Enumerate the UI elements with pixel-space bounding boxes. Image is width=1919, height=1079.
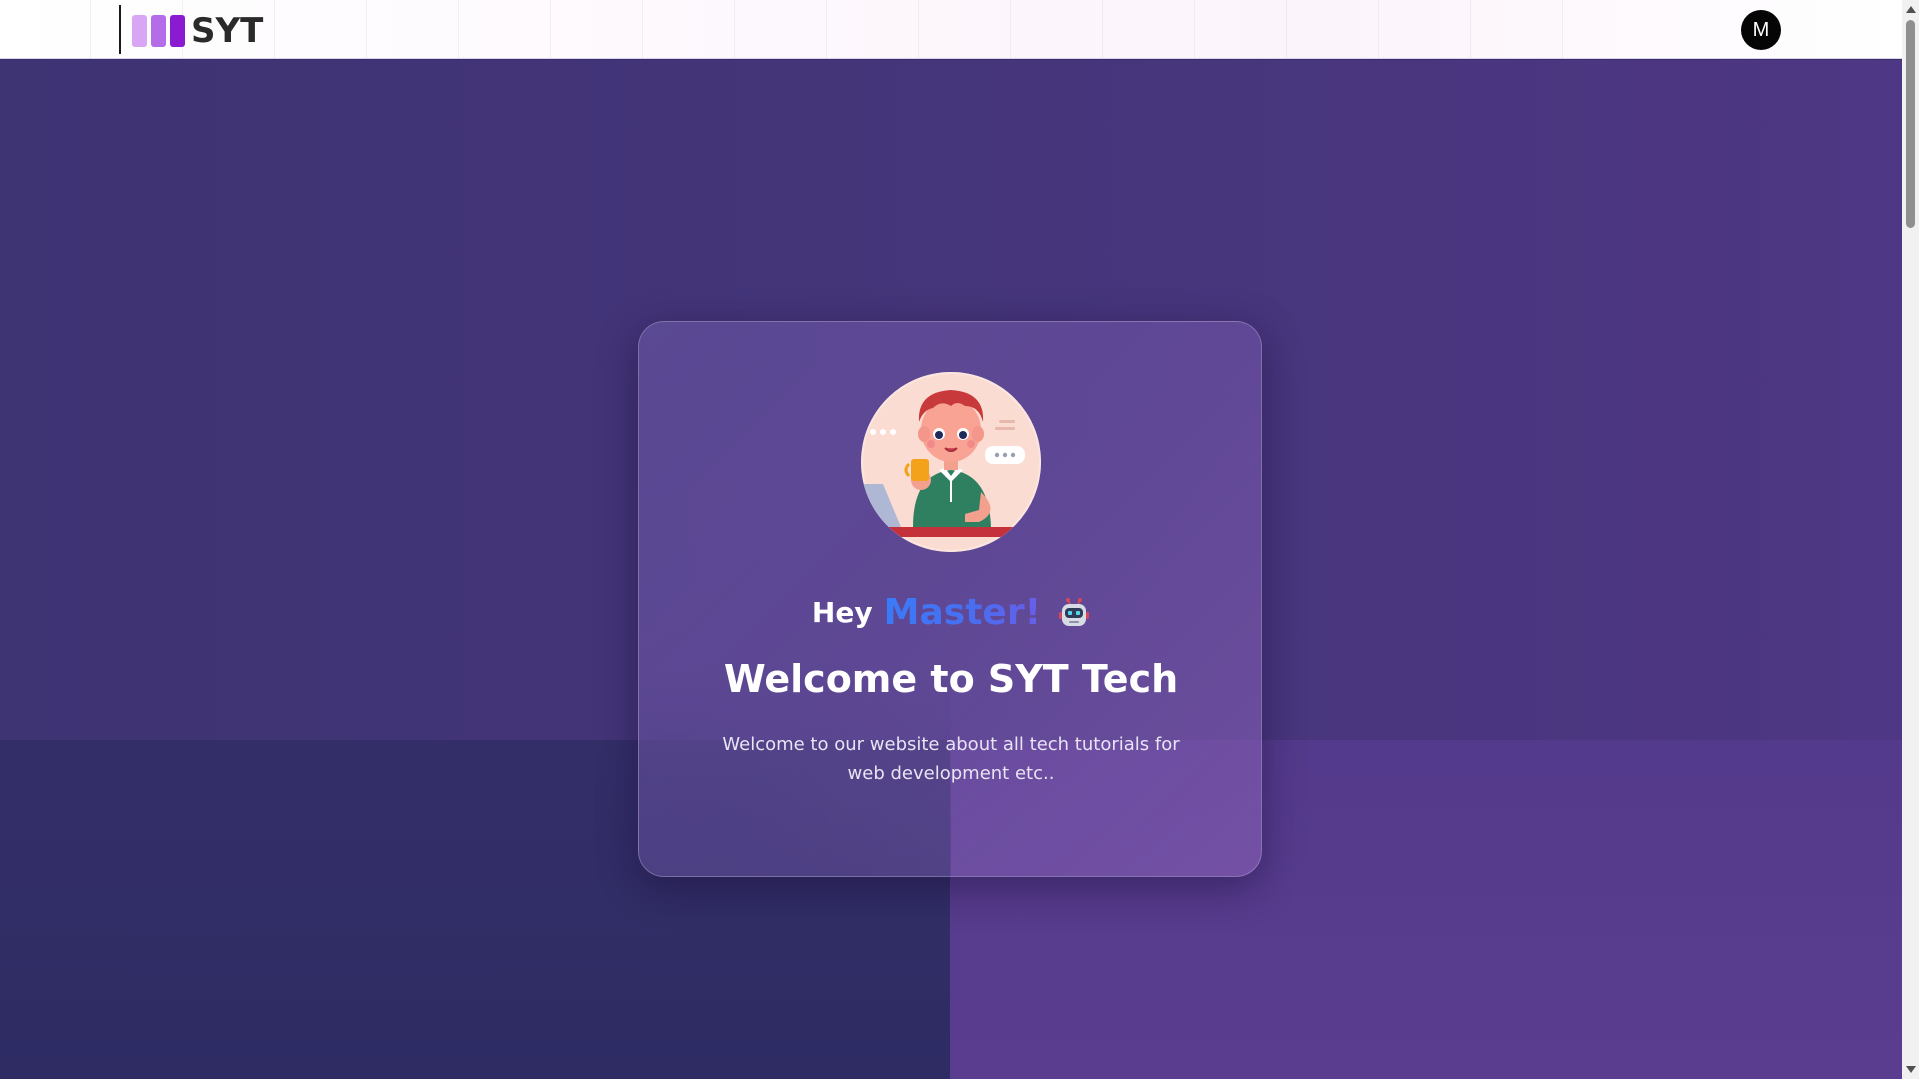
user-avatar-button[interactable]: M xyxy=(1741,10,1781,50)
developer-illustration xyxy=(861,372,1041,552)
greeting-prefix: Hey xyxy=(811,596,873,629)
welcome-card: Hey Master! Welcome to SYT Tech Welcome … xyxy=(638,321,1262,877)
site-logo[interactable]: SYT xyxy=(132,14,263,48)
logo-bar xyxy=(151,15,166,47)
logo-text: SYT xyxy=(191,11,264,51)
page-scrollbar[interactable] xyxy=(1902,0,1919,1079)
greeting: Hey Master! xyxy=(639,592,1261,633)
page-title: Welcome to SYT Tech xyxy=(723,657,1179,701)
scroll-up-arrow-icon[interactable] xyxy=(1906,6,1916,13)
robot-icon xyxy=(1059,597,1090,626)
top-navbar: SYT M xyxy=(0,0,1902,59)
welcome-description: Welcome to our website about all tech tu… xyxy=(722,734,1180,784)
greeting-name: Master! xyxy=(883,592,1042,633)
scrollbar-thumb[interactable] xyxy=(1906,20,1915,228)
page: SYT M Hey Master! Welcome to SYT Tech We… xyxy=(0,0,1919,1079)
logo-bars-icon xyxy=(132,15,185,47)
logo-bar xyxy=(170,15,185,47)
navbar-divider xyxy=(119,5,121,54)
scroll-down-arrow-icon[interactable] xyxy=(1906,1066,1916,1073)
logo-bar xyxy=(132,15,147,47)
navbar-pattern xyxy=(90,0,1590,59)
developer-illustration-svg xyxy=(861,372,1041,552)
